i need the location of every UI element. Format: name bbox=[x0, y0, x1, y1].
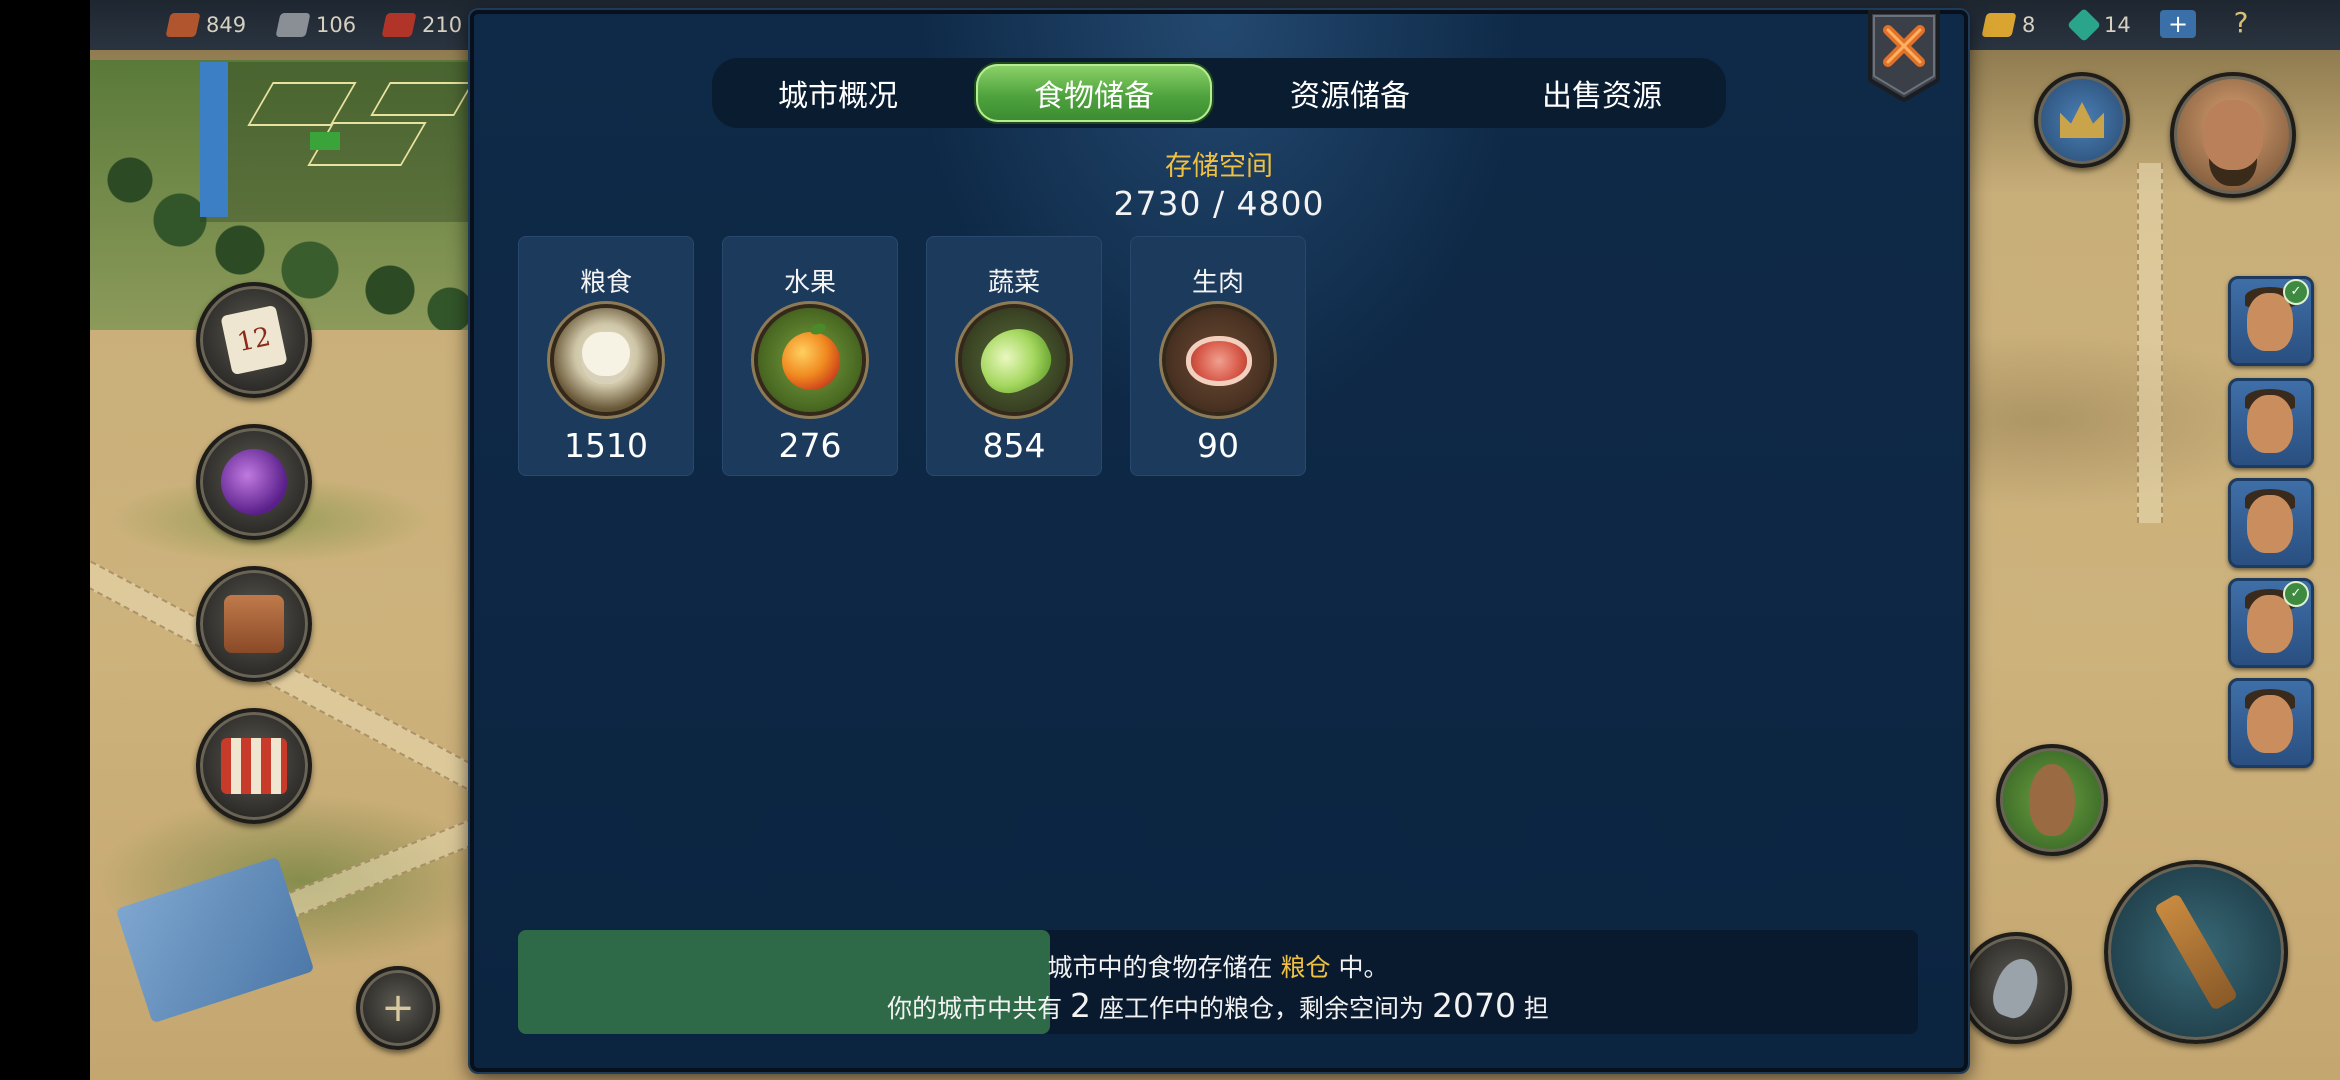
tab-bar: 城市概况 食物储备 资源储备 出售资源 bbox=[712, 58, 1726, 128]
dig-button[interactable] bbox=[1960, 932, 2072, 1044]
player-avatar[interactable] bbox=[2170, 72, 2296, 198]
granary-info-line2: 你的城市中共有 2 座工作中的粮仓，剩余空间为 2070 担 bbox=[518, 986, 1918, 1025]
info-text: 座工作中的粮仓，剩余空间为 bbox=[1099, 994, 1425, 1023]
minimap-field bbox=[310, 132, 340, 150]
tab-resource-storage[interactable]: 资源储备 bbox=[1232, 64, 1468, 122]
kingdom-button[interactable] bbox=[2034, 72, 2130, 168]
resource-gold: 8 bbox=[1981, 8, 2036, 42]
close-icon bbox=[1868, 10, 1940, 103]
citizen-portrait[interactable] bbox=[2228, 378, 2314, 468]
food-card-vegetables[interactable]: 蔬菜 854 bbox=[926, 236, 1102, 476]
terrain-button[interactable] bbox=[1996, 744, 2108, 856]
citizen-portrait[interactable] bbox=[2228, 478, 2314, 568]
citizen-portrait[interactable]: ✓ bbox=[2228, 578, 2314, 668]
city-info-dialog: 城市概况 食物储备 资源储备 出售资源 存储空间 2730 / 4800 粮食 … bbox=[470, 10, 1968, 1072]
granary-link: 粮仓 bbox=[1280, 953, 1331, 982]
check-icon: ✓ bbox=[2283, 581, 2309, 607]
tab-city-overview[interactable]: 城市概况 bbox=[720, 64, 956, 122]
minimap[interactable] bbox=[200, 62, 500, 222]
minimap-tile bbox=[370, 82, 474, 116]
stone-icon bbox=[275, 13, 311, 37]
granary-count: 2 bbox=[1070, 986, 1092, 1025]
close-button[interactable] bbox=[1866, 8, 1942, 104]
tab-food-storage[interactable]: 食物储备 bbox=[976, 64, 1212, 122]
plus-icon: + bbox=[381, 985, 415, 1031]
minimap-tile bbox=[247, 82, 357, 126]
add-gems-button[interactable]: + bbox=[2160, 10, 2196, 38]
check-icon: ✓ bbox=[2283, 279, 2309, 305]
crown-icon bbox=[2060, 102, 2104, 138]
info-text: 你的城市中共有 bbox=[887, 994, 1063, 1023]
shovel-icon bbox=[1986, 952, 2046, 1024]
potion-orb-icon bbox=[221, 449, 287, 515]
gem-icon bbox=[2067, 8, 2101, 42]
resource-gem: 14 bbox=[2067, 8, 2131, 42]
market-cart-icon bbox=[221, 738, 287, 794]
avatar-face-icon bbox=[2203, 100, 2263, 170]
info-text: 中。 bbox=[1338, 953, 1389, 982]
resource-gem-value: 14 bbox=[2104, 13, 2131, 37]
food-name: 水果 bbox=[783, 268, 836, 298]
food-name: 生肉 bbox=[1191, 268, 1244, 298]
food-card-grain[interactable]: 粮食 1510 bbox=[518, 236, 694, 476]
food-card-meat[interactable]: 生肉 90 bbox=[1130, 236, 1306, 476]
resource-gold-value: 8 bbox=[2022, 13, 2036, 37]
food-count: 90 bbox=[1197, 426, 1239, 465]
add-button[interactable]: + bbox=[356, 966, 440, 1050]
hammer-icon bbox=[2153, 893, 2239, 1011]
citizen-portrait[interactable]: ✓ bbox=[2228, 276, 2314, 366]
grain-sack-icon bbox=[554, 308, 658, 412]
resource-brick: 210 bbox=[381, 8, 463, 42]
help-button[interactable]: ? bbox=[2226, 6, 2256, 40]
storage-title: 存储空间 bbox=[1165, 151, 1273, 182]
calendar-button[interactable]: 12 bbox=[196, 282, 312, 398]
build-button[interactable] bbox=[2104, 860, 2288, 1044]
cabbage-icon bbox=[962, 308, 1066, 412]
remaining-space: 2070 bbox=[1431, 986, 1516, 1025]
resource-stone-value: 106 bbox=[316, 13, 357, 37]
road bbox=[2137, 163, 2163, 523]
granary-info-line1: 城市中的食物存储在 粮仓 中。 bbox=[518, 948, 1918, 984]
calendar-icon: 12 bbox=[220, 304, 288, 376]
gold-bar-icon bbox=[1981, 13, 2017, 37]
market-button[interactable] bbox=[196, 708, 312, 824]
resource-wood: 849 bbox=[165, 8, 247, 42]
info-text: 城市中的食物存储在 bbox=[1047, 953, 1273, 982]
wood-log-icon bbox=[165, 13, 201, 37]
inventory-button[interactable] bbox=[196, 566, 312, 682]
food-count: 1510 bbox=[564, 426, 648, 465]
minimap-water bbox=[200, 62, 228, 217]
gourd-icon bbox=[2029, 764, 2075, 836]
magic-potion-button[interactable] bbox=[196, 424, 312, 540]
blueprint-map-icon bbox=[115, 856, 315, 1024]
food-name: 粮食 bbox=[579, 268, 632, 298]
food-count: 854 bbox=[982, 426, 1046, 465]
unit-text: 担 bbox=[1523, 994, 1549, 1023]
resource-wood-value: 849 bbox=[206, 13, 247, 37]
tab-sell-resources[interactable]: 出售资源 bbox=[1484, 64, 1720, 122]
food-count: 276 bbox=[778, 426, 842, 465]
granary-info-bar: 城市中的食物存储在 粮仓 中。 你的城市中共有 2 座工作中的粮仓，剩余空间为 … bbox=[518, 930, 1918, 1034]
resource-stone: 106 bbox=[275, 8, 357, 42]
storage-value: 2730 / 4800 bbox=[1113, 184, 1325, 223]
resource-brick-value: 210 bbox=[422, 13, 463, 37]
brick-icon bbox=[381, 13, 417, 37]
backpack-icon bbox=[224, 595, 284, 653]
map-blueprint-button[interactable] bbox=[110, 856, 315, 1024]
raw-meat-icon bbox=[1166, 308, 1270, 412]
food-name: 蔬菜 bbox=[987, 268, 1040, 298]
food-card-fruit[interactable]: 水果 276 bbox=[722, 236, 898, 476]
citizen-portrait[interactable] bbox=[2228, 678, 2314, 768]
apple-icon bbox=[758, 308, 862, 412]
